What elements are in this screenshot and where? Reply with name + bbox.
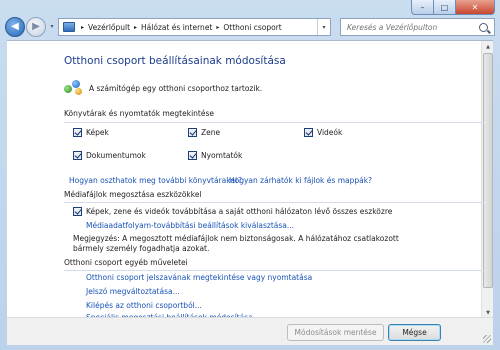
change-password-link[interactable]: Jelszó megváltoztatása... bbox=[86, 287, 180, 296]
content-pane: ▲ ▼ Otthoni csoport beállításainak módos… bbox=[7, 40, 493, 322]
maximize-button[interactable]: □ bbox=[433, 0, 455, 15]
checkbox-box[interactable] bbox=[73, 207, 82, 216]
window-frame: – □ ✕ ◀ ▶ ▾ ▸ Vezérlőpult ▸ Hálózat és i… bbox=[0, 0, 500, 350]
page-title: Otthoni csoport beállításainak módosítás… bbox=[64, 55, 286, 67]
caption-buttons: – □ ✕ bbox=[411, 0, 495, 15]
checkbox-box[interactable] bbox=[304, 128, 313, 137]
scrollbar-thumb[interactable] bbox=[483, 53, 493, 288]
view-password-link[interactable]: Otthoni csoport jelszavának megtekintése… bbox=[86, 273, 312, 282]
checkbox-box[interactable] bbox=[188, 151, 197, 160]
exclude-files-link[interactable]: Hogyan zárhatók ki fájlok és mappák? bbox=[229, 176, 372, 185]
breadcrumb-otthoni-csoport[interactable]: Otthoni csoport bbox=[223, 23, 281, 32]
streaming-options-link[interactable]: Médiaadatfolyam-továbbítási beállítások … bbox=[86, 221, 294, 230]
checkbox-label: Képek, zene és videók továbbítása a sajá… bbox=[86, 207, 393, 216]
membership-text: A számítógép egy otthoni csoporthoz tart… bbox=[89, 83, 263, 93]
breadcrumb-halozat[interactable]: Hálózat és internet bbox=[141, 23, 212, 32]
forward-arrow-icon: ▶ bbox=[32, 21, 40, 32]
breadcrumb-vezerlopult[interactable]: Vezérlőpult bbox=[88, 23, 130, 32]
chevron-right-icon[interactable]: ▸ bbox=[134, 24, 137, 31]
footer-bar: Módosítások mentése Mégse bbox=[7, 317, 493, 345]
checkbox-label: Dokumentumok bbox=[86, 151, 146, 160]
checkbox-label: Zene bbox=[201, 128, 221, 137]
navigation-bar: ◀ ▶ ▾ ▸ Vezérlőpult ▸ Hálózat és interne… bbox=[0, 14, 500, 39]
cancel-button[interactable]: Mégse bbox=[388, 324, 441, 341]
section-divider bbox=[64, 122, 484, 123]
minimize-button[interactable]: – bbox=[411, 0, 433, 15]
media-note: Megjegyzés: A megosztott médiafájlok nem… bbox=[73, 234, 399, 253]
section-divider bbox=[64, 270, 484, 271]
checkbox-videok[interactable]: Videók bbox=[304, 128, 342, 137]
address-dropdown-button[interactable]: ▾ bbox=[317, 19, 330, 35]
search-icon[interactable] bbox=[479, 22, 488, 32]
checkbox-nyomtatok[interactable]: Nyomtatók bbox=[188, 151, 242, 160]
checkbox-dokumentumok[interactable]: Dokumentumok bbox=[73, 151, 146, 160]
save-changes-button[interactable]: Módosítások mentése bbox=[287, 324, 384, 341]
back-button[interactable]: ◀ bbox=[5, 16, 25, 37]
chevron-right-icon[interactable]: ▸ bbox=[216, 24, 219, 31]
other-actions-heading: Otthoni csoport egyéb műveletei bbox=[64, 258, 188, 267]
search-input[interactable] bbox=[347, 22, 475, 32]
recent-pages-button[interactable]: ▾ bbox=[47, 23, 57, 30]
checkbox-kepek[interactable]: Képek bbox=[73, 128, 109, 137]
forward-button[interactable]: ▶ bbox=[26, 16, 46, 37]
homegroup-status: A számítógép egy otthoni csoporthoz tart… bbox=[64, 80, 262, 96]
section-divider bbox=[64, 202, 484, 203]
media-heading: Médiafájlok megosztása eszközökkel bbox=[64, 190, 202, 199]
checkbox-box[interactable] bbox=[73, 128, 82, 137]
search-box[interactable] bbox=[340, 18, 495, 36]
checkbox-label: Nyomtatók bbox=[201, 151, 243, 160]
libraries-heading: Könyvtárak és nyomtatók megtekintése bbox=[64, 109, 214, 118]
share-more-libraries-link[interactable]: Hogyan oszthatok meg további könyvtáraka… bbox=[69, 176, 242, 185]
vertical-scrollbar[interactable]: ▲ ▼ bbox=[481, 41, 493, 318]
checkbox-box[interactable] bbox=[73, 151, 82, 160]
homegroup-icon bbox=[64, 80, 84, 96]
back-arrow-icon: ◀ bbox=[11, 21, 19, 32]
checkbox-zene[interactable]: Zene bbox=[188, 128, 220, 137]
checkbox-media-streaming[interactable]: Képek, zene és videók továbbítása a sajá… bbox=[73, 207, 392, 216]
checkbox-box[interactable] bbox=[188, 128, 197, 137]
resize-grip[interactable] bbox=[483, 335, 491, 343]
close-button[interactable]: ✕ bbox=[455, 0, 495, 15]
checkbox-label: Képek bbox=[86, 128, 109, 137]
leave-homegroup-link[interactable]: Kilépés az otthoni csoportból... bbox=[86, 301, 202, 310]
checkbox-label: Videók bbox=[317, 128, 343, 137]
scroll-up-arrow-icon[interactable]: ▲ bbox=[482, 41, 494, 52]
control-panel-icon bbox=[63, 22, 75, 32]
address-bar[interactable]: ▸ Vezérlőpult ▸ Hálózat és internet ▸ Ot… bbox=[58, 18, 331, 36]
chevron-right-icon[interactable]: ▸ bbox=[81, 24, 84, 31]
